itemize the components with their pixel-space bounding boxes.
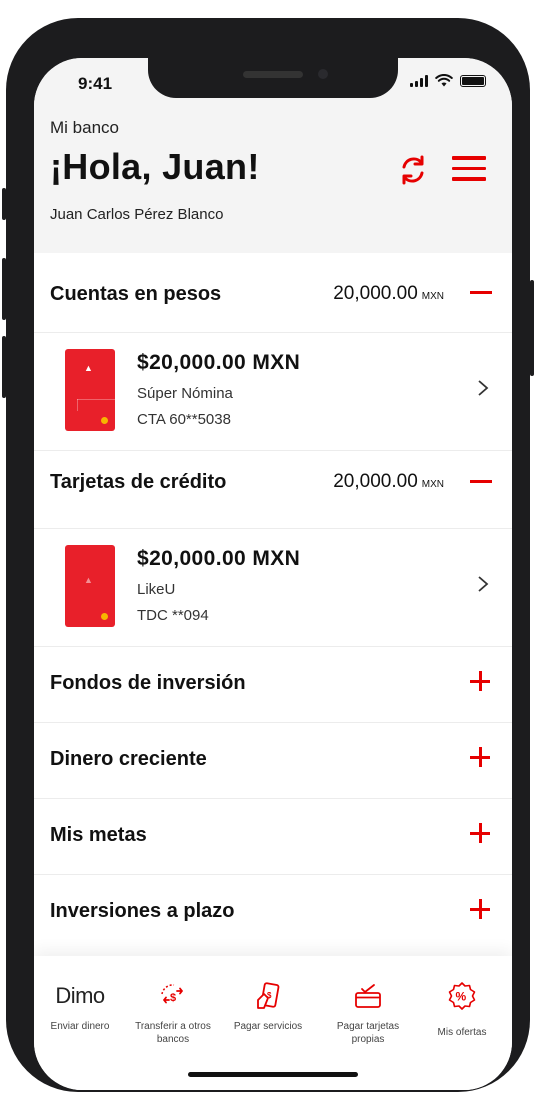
screen: 9:41 Mi banco ¡Hola, Juan! Juan Carlos P… [34,58,512,1090]
offers-icon: % [448,982,476,1010]
account-balance: $20,000.00 MXN [137,547,301,570]
svg-text:$: $ [170,992,176,1004]
account-balance: $20,000.00 MXN [137,351,301,374]
product-row-dinero-creciente[interactable]: Dinero creciente [34,723,512,799]
expand-plus-icon[interactable] [470,899,490,919]
section-title: Tarjetas de crédito [50,471,227,493]
user-full-name: Juan Carlos Pérez Blanco [50,206,224,223]
account-name: Súper Nómina [137,385,233,402]
tab-mis-ofertas[interactable]: % Mis ofertas [416,976,508,1039]
card-network-icon [101,613,108,620]
phone-frame: 9:41 Mi banco ¡Hola, Juan! Juan Carlos P… [2,18,534,1092]
product-title: Mis metas [50,824,147,846]
account-name: LikeU [137,581,176,598]
tab-enviar-dinero[interactable]: Dimo Enviar dinero [34,976,126,1033]
product-row-inversiones-plazo[interactable]: Inversiones a plazo [34,875,512,951]
product-title: Dinero creciente [50,748,207,770]
expand-plus-icon[interactable] [470,823,490,843]
refresh-icon[interactable] [396,153,430,187]
status-icons [410,74,486,87]
status-time: 9:41 [78,74,113,93]
pay-services-icon: $ [257,982,280,1009]
dimo-logo: Dimo [55,983,105,1008]
mute-switch [2,188,6,220]
tab-transferir[interactable]: $ Transferir a otros bancos [127,976,219,1046]
speaker [243,71,303,78]
tab-pagar-tarjetas[interactable]: Pagar tarjetas propias [322,976,414,1046]
battery-icon [460,74,486,87]
transfer-icon: $ [161,984,183,1004]
chevron-right-icon[interactable] [476,379,490,397]
product-title: Fondos de inversión [50,672,246,694]
svg-text:%: % [456,990,467,1004]
tab-label: Pagar servicios [233,1021,303,1032]
account-number: TDC **094 [137,607,209,624]
account-number: CTA 60**5038 [137,411,231,428]
card-network-icon [101,417,108,424]
greeting-title: ¡Hola, Juan! [50,146,260,187]
bottom-tab-bar: Dimo Enviar dinero $ Transferir a otros … [34,956,512,1090]
collapse-minus-icon[interactable] [470,291,492,294]
tab-label: Transferir a otros bancos [135,1021,211,1045]
expand-plus-icon[interactable] [470,747,490,767]
credit-card-image: ▲ [65,545,115,627]
bank-label: Mi banco [50,118,119,137]
tab-pagar-servicios[interactable]: $ Pagar servicios [222,976,314,1033]
section-header-tarjetas[interactable]: Tarjetas de crédito 20,000.00 MXN [34,451,512,529]
product-row-mis-metas[interactable]: Mis metas [34,799,512,875]
bank-flame-logo: ▲ [84,363,93,373]
main-content: Cuentas en pesos 20,000.00 MXN ▲ $20,000.… [34,253,512,951]
account-row[interactable]: ▲ $20,000.00 MXN Súper Nómina CTA 60**50… [34,333,512,451]
tab-label: Mis ofertas [437,1027,487,1038]
product-title: Inversiones a plazo [50,900,235,922]
section-header-cuentas[interactable]: Cuentas en pesos 20,000.00 MXN [34,253,512,333]
notch [148,58,398,98]
product-row-fondos[interactable]: Fondos de inversión [34,647,512,723]
power-button [530,280,534,376]
account-row[interactable]: ▲ $20,000.00 MXN LikeU TDC **094 [34,529,512,647]
section-total: 20,000.00 MXN [333,283,444,304]
tab-label: Pagar tarjetas propias [336,1021,400,1045]
volume-up-button [2,258,6,320]
collapse-minus-icon[interactable] [470,480,492,483]
pay-cards-icon [355,984,381,1008]
svg-text:$: $ [267,991,272,1000]
front-camera [318,69,328,79]
volume-down-button [2,336,6,398]
tab-label: Enviar dinero [50,1021,110,1032]
expand-plus-icon[interactable] [470,671,490,691]
bank-flame-logo: ▲ [84,575,93,585]
section-total: 20,000.00 MXN [333,471,444,492]
debit-card-image: ▲ [65,349,115,431]
section-title: Cuentas en pesos [50,283,222,305]
hamburger-menu-icon[interactable] [452,156,486,182]
chevron-right-icon[interactable] [476,575,490,593]
wifi-icon [435,74,453,87]
cellular-signal-icon [410,74,428,87]
home-indicator[interactable] [188,1072,358,1077]
